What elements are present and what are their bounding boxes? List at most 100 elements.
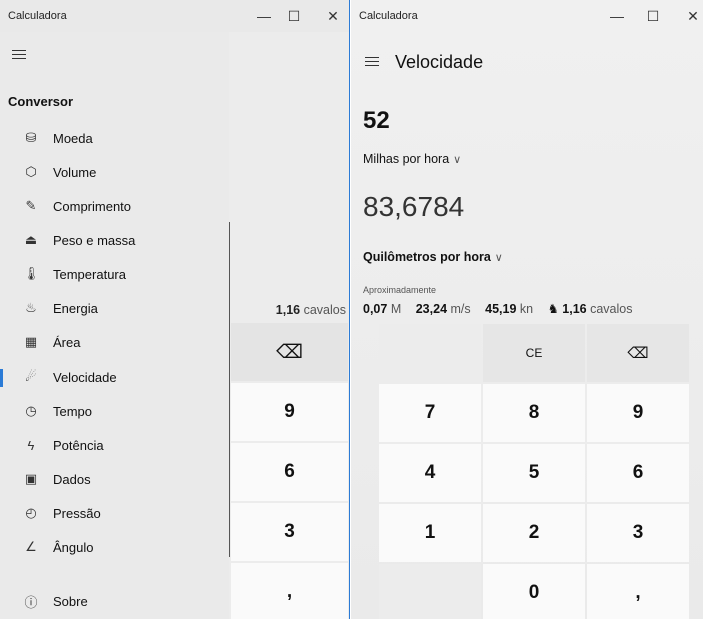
nav-item-label: Comprimento [53, 198, 132, 214]
maximize-button[interactable]: ☐ [283, 6, 305, 26]
nav-item-label: Velocidade [53, 369, 117, 385]
key-4[interactable]: 4 [379, 444, 481, 502]
calculator-window-right: Calculadora — ☐ ✕ Velocidade 52 Milhas p… [351, 0, 703, 619]
data-icon: ▣ [24, 471, 38, 486]
approx-horsepower-unit: cavalos [590, 302, 633, 316]
clear-entry-button[interactable]: CE [483, 324, 585, 382]
title-bar: Calculadora — ☐ ✕ [0, 0, 349, 32]
info-icon: ⓘ [24, 594, 38, 610]
nav-item-temperatura[interactable]: 🌡 Temperatura [0, 259, 229, 289]
lightning-icon: ϟ [27, 437, 35, 453]
nav-item-comprimento[interactable]: ✎ Comprimento [0, 191, 229, 221]
to-unit-dropdown[interactable]: Quilômetros por hora ∨ [363, 250, 503, 264]
key-2[interactable]: 2 [483, 504, 585, 562]
key-6[interactable]: 6 [587, 444, 689, 502]
minimize-button[interactable]: — [253, 6, 275, 26]
key-9[interactable]: 9 [231, 383, 348, 441]
nav-item-area[interactable]: ▦ Área [0, 327, 229, 357]
from-unit-label: Milhas por hora [363, 152, 450, 166]
calculator-window-left: Calculadora — ☐ ✕ 1,16 cavalos ⌫ 9 6 3 ,… [0, 0, 350, 619]
navigation-pane: Conversor ⛁ Moeda ⬡ Volume ✎ Comprimento ⏏ P… [0, 32, 230, 619]
nav-item-velocidade[interactable]: ☄ Velocidade [0, 362, 229, 392]
nav-item-potencia[interactable]: ϟ Potência [0, 430, 229, 460]
key-comma[interactable]: , [587, 564, 689, 619]
nav-item-energia[interactable]: ♨ Energia [0, 293, 229, 323]
speed-icon: ☄ [25, 369, 37, 384]
backspace-button[interactable]: ⌫ [587, 324, 689, 382]
nav-item-label: Peso e massa [53, 232, 136, 248]
hamburger-menu-icon[interactable] [12, 50, 26, 62]
nav-item-label: Sobre [53, 593, 88, 609]
key-6[interactable]: 6 [231, 443, 348, 501]
key-5[interactable]: 5 [483, 444, 585, 502]
approx-horsepower-unit: cavalos [303, 303, 346, 317]
keypad-blank [379, 324, 481, 382]
nav-item-dados[interactable]: ▣ Dados [0, 464, 229, 494]
nav-item-pressao[interactable]: ◴ Pressão [0, 498, 229, 528]
thermometer-icon: 🌡 [23, 266, 40, 281]
nav-item-label: Tempo [53, 403, 93, 419]
nav-item-label: Volume [53, 164, 97, 180]
key-comma[interactable]: , [231, 563, 348, 619]
key-7[interactable]: 7 [379, 384, 481, 442]
nav-item-label: Potência [53, 437, 104, 453]
output-value[interactable]: 83,6784 [363, 191, 464, 223]
calculator-behind-nav: 1,16 cavalos ⌫ 9 6 3 , [229, 32, 349, 619]
cube-icon: ⬡ [25, 164, 37, 179]
nav-item-label: Área [53, 334, 81, 350]
approx-ms-value: 23,24 [415, 302, 448, 316]
approx-values: 0,07 M 23,24 m/s 45,19 kn ♞ 1,16 cavalos [363, 301, 633, 316]
close-button[interactable]: ✕ [682, 6, 703, 26]
weight-icon: ⏏ [24, 232, 38, 247]
approx-horsepower: 1,16 cavalos [276, 303, 346, 317]
nav-item-angulo[interactable]: ∠ Ângulo [0, 532, 229, 562]
keypad-blank [379, 564, 481, 619]
currency-icon: ⛁ [25, 130, 37, 145]
nav-item-label: Pressão [53, 505, 101, 521]
key-3[interactable]: 3 [587, 504, 689, 562]
input-value[interactable]: 52 [363, 107, 390, 135]
nav-item-label: Moeda [53, 130, 93, 146]
approx-kn-value: 45,19 [485, 302, 517, 316]
nav-scrollbar[interactable] [229, 222, 230, 557]
to-unit-label: Quilômetros por hora [363, 250, 491, 264]
chevron-down-icon: ∨ [494, 252, 503, 264]
key-8[interactable]: 8 [483, 384, 585, 442]
approx-horsepower-value: 1,16 [562, 302, 587, 316]
nav-item-volume[interactable]: ⬡ Volume [0, 157, 229, 187]
mode-title: Velocidade [395, 52, 484, 72]
key-1[interactable]: 1 [379, 504, 481, 562]
close-button[interactable]: ✕ [322, 6, 344, 26]
key-3[interactable]: 3 [231, 503, 348, 561]
nav-item-moeda[interactable]: ⛁ Moeda [0, 123, 229, 153]
nav-item-sobre[interactable]: ⓘ Sobre [0, 586, 229, 616]
hamburger-menu-icon[interactable] [365, 56, 379, 69]
window-title: Calculadora [359, 10, 418, 22]
from-unit-dropdown[interactable]: Milhas por hora ∨ [363, 152, 461, 166]
horse-icon: ♞ [547, 302, 559, 316]
ruler-icon: ✎ [25, 198, 37, 213]
key-0[interactable]: 0 [483, 564, 585, 619]
title-bar: Calculadora — ☐ ✕ [351, 0, 703, 32]
mode-header: Velocidade [365, 52, 483, 73]
maximize-button[interactable]: ☐ [642, 6, 664, 26]
approx-label: Aproximadamente [363, 285, 437, 295]
angle-icon: ∠ [25, 539, 37, 554]
approx-mach-unit: M [390, 302, 402, 316]
nav-section-header: Conversor [8, 94, 74, 109]
nav-item-label: Energia [53, 300, 98, 316]
clock-icon: ◷ [25, 403, 37, 418]
minimize-button[interactable]: — [606, 6, 628, 26]
grid-icon: ▦ [24, 334, 38, 349]
approx-mach-value: 0,07 [363, 302, 388, 316]
nav-item-tempo[interactable]: ◷ Tempo [0, 396, 229, 426]
backspace-button[interactable]: ⌫ [231, 323, 348, 381]
nav-item-label: Temperatura [53, 266, 126, 282]
fire-icon: ♨ [25, 300, 37, 315]
approx-ms-unit: m/s [450, 302, 471, 316]
window-title: Calculadora [8, 10, 67, 22]
approx-kn-unit: kn [519, 302, 534, 316]
key-9[interactable]: 9 [587, 384, 689, 442]
gauge-icon: ◴ [25, 505, 37, 520]
nav-item-peso-e-massa[interactable]: ⏏ Peso e massa [0, 225, 229, 255]
